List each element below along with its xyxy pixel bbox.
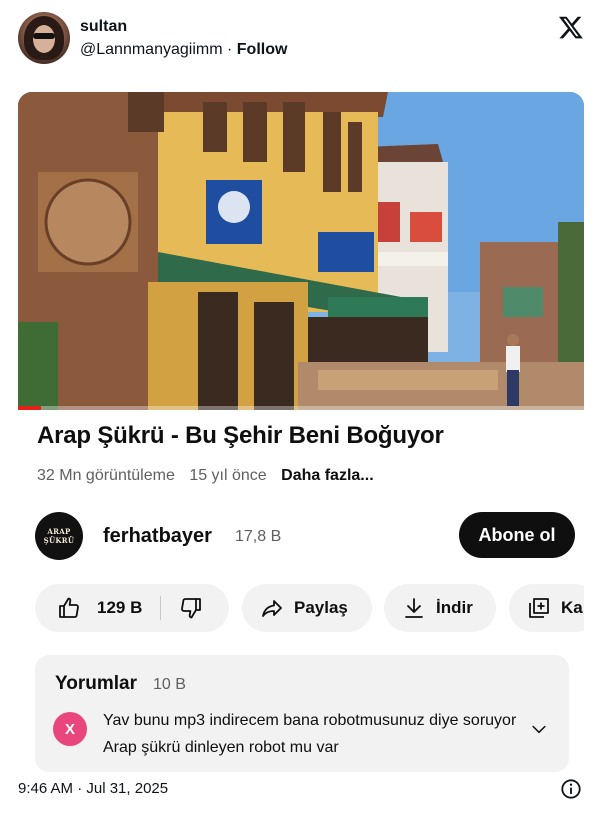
tweet-timestamp[interactable]: 9:46 AM · Jul 31, 2025 bbox=[18, 780, 168, 797]
subscriber-count: 17,8 B bbox=[235, 528, 282, 545]
commenter-avatar: X bbox=[53, 712, 87, 746]
save-label: Ka bbox=[561, 598, 583, 617]
save-button[interactable]: Ka bbox=[509, 584, 584, 632]
channel-avatar[interactable]: ARAP ŞÜKRÜ bbox=[35, 512, 83, 560]
add-to-playlist-icon bbox=[529, 598, 549, 618]
subscribe-button[interactable]: Abone ol bbox=[459, 512, 575, 558]
author-avatar[interactable] bbox=[18, 12, 70, 64]
channel-row: ARAP ŞÜKRÜ ferhatbayer 17,8 B Abone ol bbox=[35, 510, 575, 564]
thumbs-up-icon bbox=[59, 597, 79, 618]
chevron-down-icon[interactable] bbox=[529, 719, 549, 739]
separator-dot: · bbox=[226, 41, 233, 58]
share-arrow-icon bbox=[262, 600, 282, 617]
upload-age: 15 yıl önce bbox=[189, 467, 267, 484]
embedded-screenshot[interactable]: Arap Şükrü - Bu Şehir Beni Boğuyor 32 Mn… bbox=[18, 92, 584, 772]
info-icon[interactable] bbox=[560, 778, 582, 800]
video-title: Arap Şükrü - Bu Şehir Beni Boğuyor bbox=[37, 422, 444, 449]
comments-count: 10 B bbox=[153, 676, 186, 693]
video-thumbnail[interactable] bbox=[18, 92, 584, 410]
follow-button[interactable]: Follow bbox=[237, 41, 288, 58]
video-progress-fill bbox=[18, 406, 41, 410]
download-button[interactable]: İndir bbox=[384, 584, 496, 632]
like-count: 129 B bbox=[97, 598, 143, 617]
view-count: 32 Mn görüntüleme bbox=[37, 467, 175, 484]
dislike-button[interactable] bbox=[161, 584, 203, 632]
video-actions: 129 B Paylaş İndir Ka bbox=[35, 584, 584, 632]
share-button[interactable]: Paylaş bbox=[242, 584, 372, 632]
channel-avatar-text-1: ARAP bbox=[47, 527, 71, 536]
channel-name[interactable]: ferhatbayer bbox=[103, 525, 212, 548]
video-meta: 32 Mn görüntüleme 15 yıl önce Daha fazla… bbox=[37, 467, 384, 485]
tweet-header: sultan @Lannmanyagiimm · Follow bbox=[18, 12, 584, 68]
like-button[interactable]: 129 B bbox=[35, 584, 142, 632]
more-button[interactable]: Daha fazla... bbox=[281, 467, 373, 484]
channel-avatar-text-2: ŞÜKRÜ bbox=[43, 536, 75, 545]
comments-section[interactable]: Yorumlar 10 B X Yav bunu mp3 indirecem b… bbox=[35, 655, 569, 772]
like-dislike-pill: 129 B bbox=[35, 584, 229, 632]
download-icon bbox=[405, 598, 423, 618]
author-handle-line: @Lannmanyagiimm · Follow bbox=[80, 41, 287, 59]
video-progress-bar[interactable] bbox=[18, 406, 584, 410]
comments-title: Yorumlar bbox=[55, 673, 138, 694]
tweet-footer: 9:46 AM · Jul 31, 2025 bbox=[18, 778, 584, 802]
share-label: Paylaş bbox=[294, 598, 348, 617]
download-label: İndir bbox=[436, 598, 473, 617]
street-scene-image bbox=[18, 92, 584, 410]
author-name[interactable]: sultan bbox=[80, 18, 127, 36]
author-handle[interactable]: @Lannmanyagiimm bbox=[80, 41, 223, 58]
comment-text: Yav bunu mp3 indirecem bana robotmusunuz… bbox=[103, 712, 517, 756]
thumbs-down-icon bbox=[181, 598, 202, 619]
x-logo-icon[interactable] bbox=[558, 14, 584, 40]
